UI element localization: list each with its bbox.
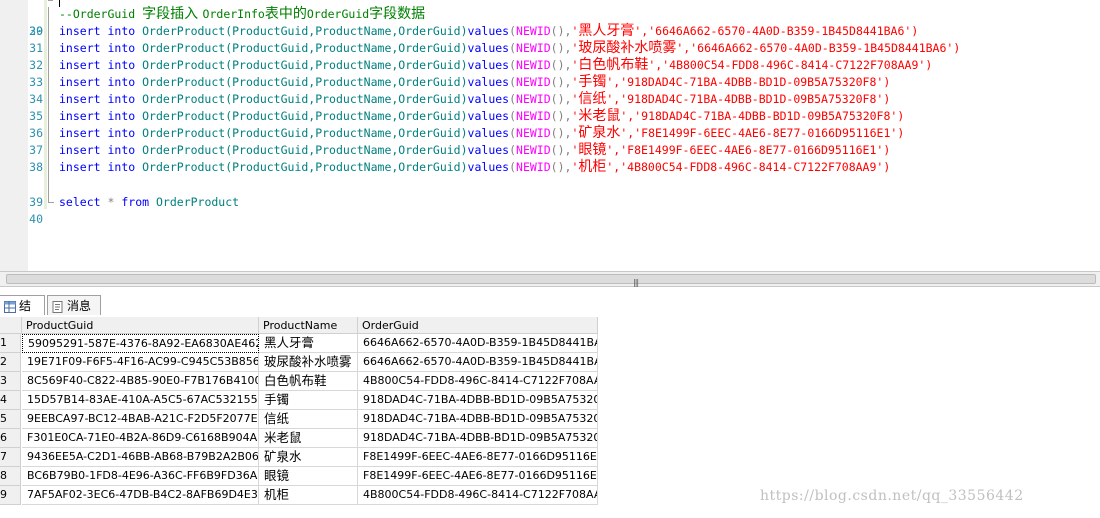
row-header[interactable]: 3: [0, 372, 21, 391]
row-header[interactable]: 2: [0, 353, 21, 372]
sql-insert-statement: insert into OrderProduct(ProductGuid,Pro…: [59, 159, 891, 175]
cell-productname[interactable]: 黑人牙膏: [259, 334, 358, 353]
row-header[interactable]: 5: [0, 410, 21, 429]
code-line-29[interactable]: 29 --OrderGuid 字段插入 OrderInfo表中的OrderGui…: [0, 6, 1100, 38]
line-number: 37: [29, 143, 43, 157]
watermark: https://blog.csdn.net/qq_33556442: [760, 488, 1024, 504]
row-header[interactable]: 8: [0, 467, 21, 486]
column-header-productguid[interactable]: ProductGuid: [22, 317, 259, 334]
cell-orderguid[interactable]: 4B800C54-FDD8-496C-8414-C7122F708AA9: [358, 372, 598, 391]
cell-productname[interactable]: 机柜: [259, 486, 358, 505]
line-number: 38: [29, 160, 43, 174]
cell-productname[interactable]: 矿泉水: [259, 448, 358, 467]
sql-insert-statement: insert into OrderProduct(ProductGuid,Pro…: [59, 125, 905, 141]
line-number: 34: [29, 92, 43, 106]
line-number: 30: [29, 24, 43, 38]
line-number: 32: [29, 58, 43, 72]
row-header[interactable]: 7: [0, 448, 21, 467]
tab-messages[interactable]: 消息: [47, 295, 101, 315]
horizontal-scrollbar[interactable]: |||: [0, 271, 1100, 287]
cell-productguid[interactable]: 19E71F09-F6F5-4F16-AC99-C945C53B8569: [22, 353, 259, 372]
cell-orderguid[interactable]: 6646A662-6570-4A0D-B359-1B45D8441BA6: [358, 353, 598, 372]
sql-editor[interactable]: 29 --OrderGuid 字段插入 OrderInfo表中的OrderGui…: [0, 0, 1100, 271]
sql-insert-statement: insert into OrderProduct(ProductGuid,Pro…: [59, 108, 905, 124]
column-header-orderguid[interactable]: OrderGuid: [358, 317, 598, 334]
sql-comment: --OrderGuid 字段插入 OrderInfo表中的OrderGuid字段…: [59, 6, 426, 22]
cell-productguid[interactable]: BC6B79B0-1FD8-4E96-A36C-FF6B9FD36AEB: [22, 467, 259, 486]
code-line-36[interactable]: 36 insert into OrderProduct(ProductGuid,P…: [0, 125, 1100, 142]
cell-productguid[interactable]: 8C569F40-C822-4B85-90E0-F7B176B41004: [22, 372, 259, 391]
cell-productguid[interactable]: 15D57B14-83AE-410A-A5C5-67AC5321553A: [22, 391, 259, 410]
code-line-38[interactable]: 38 insert into OrderProduct(ProductGuid,P…: [0, 159, 1100, 176]
cell-productname[interactable]: 玻尿酸补水喷雾: [259, 353, 358, 372]
cell-orderguid[interactable]: F8E1499F-6EEC-4AE6-8E77-0166D95116E1: [358, 448, 598, 467]
line-number: 31: [29, 41, 43, 55]
cell-productguid[interactable]: 59095291-587E-4376-8A92-EA6830AE4629: [22, 334, 259, 353]
grid-corner-header[interactable]: [0, 317, 22, 334]
code-line-31[interactable]: 31 insert into OrderProduct(ProductGuid,P…: [0, 40, 1100, 57]
row-header[interactable]: 9: [0, 486, 21, 505]
sql-insert-statement: insert into OrderProduct(ProductGuid,Pro…: [59, 91, 891, 107]
code-line-35[interactable]: 35 insert into OrderProduct(ProductGuid,P…: [0, 108, 1100, 125]
cell-productguid[interactable]: F301E0CA-71E0-4B2A-86D9-C6168B904AEF: [22, 429, 259, 448]
sql-insert-statement: insert into OrderProduct(ProductGuid,Pro…: [59, 142, 891, 158]
cell-productguid[interactable]: 9436EE5A-C2D1-46BB-AB68-B79B2A2B066F: [22, 448, 259, 467]
code-line-30[interactable]: 30 insert into OrderProduct(ProductGuid,P…: [0, 23, 1100, 40]
code-line-39[interactable]: 39: [0, 177, 1100, 209]
cell-orderguid[interactable]: 918DAD4C-71BA-4DBB-BD1D-09B5A75320F8: [358, 391, 598, 410]
sql-insert-statement: insert into OrderProduct(ProductGuid,Pro…: [59, 23, 919, 39]
code-line-32[interactable]: 32 insert into OrderProduct(ProductGuid,P…: [0, 57, 1100, 74]
line-number: 40: [29, 212, 43, 226]
cell-orderguid[interactable]: 6646A662-6570-4A0D-B359-1B45D8441BA6: [358, 334, 598, 353]
sql-insert-statement: insert into OrderProduct(ProductGuid,Pro…: [59, 40, 961, 56]
cell-productguid[interactable]: 7AF5AF02-3EC6-47DB-B4C2-8AFB69D4E343: [22, 486, 259, 505]
tab-messages-label: 消息: [67, 299, 92, 313]
cell-productname[interactable]: 手镯: [259, 391, 358, 410]
message-icon: [52, 300, 63, 313]
results-tab-bar: 结果 消息: [0, 293, 1100, 333]
cell-orderguid[interactable]: 918DAD4C-71BA-4DBB-BD1D-09B5A75320F8: [358, 410, 598, 429]
cell-orderguid[interactable]: 4B800C54-FDD8-496C-8414-C7122F708AA9: [358, 486, 598, 505]
cell-productname[interactable]: 眼镜: [259, 467, 358, 486]
sql-insert-statement: insert into OrderProduct(ProductGuid,Pro…: [59, 57, 933, 73]
code-line-40[interactable]: 40 select * from OrderProduct: [0, 194, 1100, 226]
row-header[interactable]: 6: [0, 429, 21, 448]
cell-productname[interactable]: 白色帆布鞋: [259, 372, 358, 391]
scrollbar-thumb[interactable]: |||: [6, 274, 1096, 287]
line-number: 36: [29, 126, 43, 140]
cell-orderguid[interactable]: F8E1499F-6EEC-4AE6-8E77-0166D95116E1: [358, 467, 598, 486]
grid-icon: [4, 300, 16, 313]
outline-bracket-top: [48, 0, 53, 1]
code-line-33[interactable]: 33 insert into OrderProduct(ProductGuid,P…: [0, 74, 1100, 91]
cell-productname[interactable]: 米老鼠: [259, 429, 358, 448]
cell-productguid[interactable]: 9EEBCA97-BC12-4BAB-A21C-F2D5F2077E93: [22, 410, 259, 429]
line-number: 35: [29, 109, 43, 123]
code-line-37[interactable]: 37 insert into OrderProduct(ProductGuid,P…: [0, 142, 1100, 159]
code-line-34[interactable]: 34 insert into OrderProduct(ProductGuid,P…: [0, 91, 1100, 108]
cell-productname[interactable]: 信纸: [259, 410, 358, 429]
row-header[interactable]: 1: [0, 334, 21, 353]
column-header-productname[interactable]: ProductName: [259, 317, 358, 334]
tab-results[interactable]: 结果: [0, 295, 45, 333]
cell-orderguid[interactable]: 918DAD4C-71BA-4DBB-BD1D-09B5A75320F8: [358, 429, 598, 448]
sql-select-statement: select * from OrderProduct: [59, 195, 240, 209]
line-number: 33: [29, 75, 43, 89]
sql-insert-statement: insert into OrderProduct(ProductGuid,Pro…: [59, 74, 891, 90]
row-header[interactable]: 4: [0, 391, 21, 410]
grip-icon: |||: [633, 278, 639, 287]
